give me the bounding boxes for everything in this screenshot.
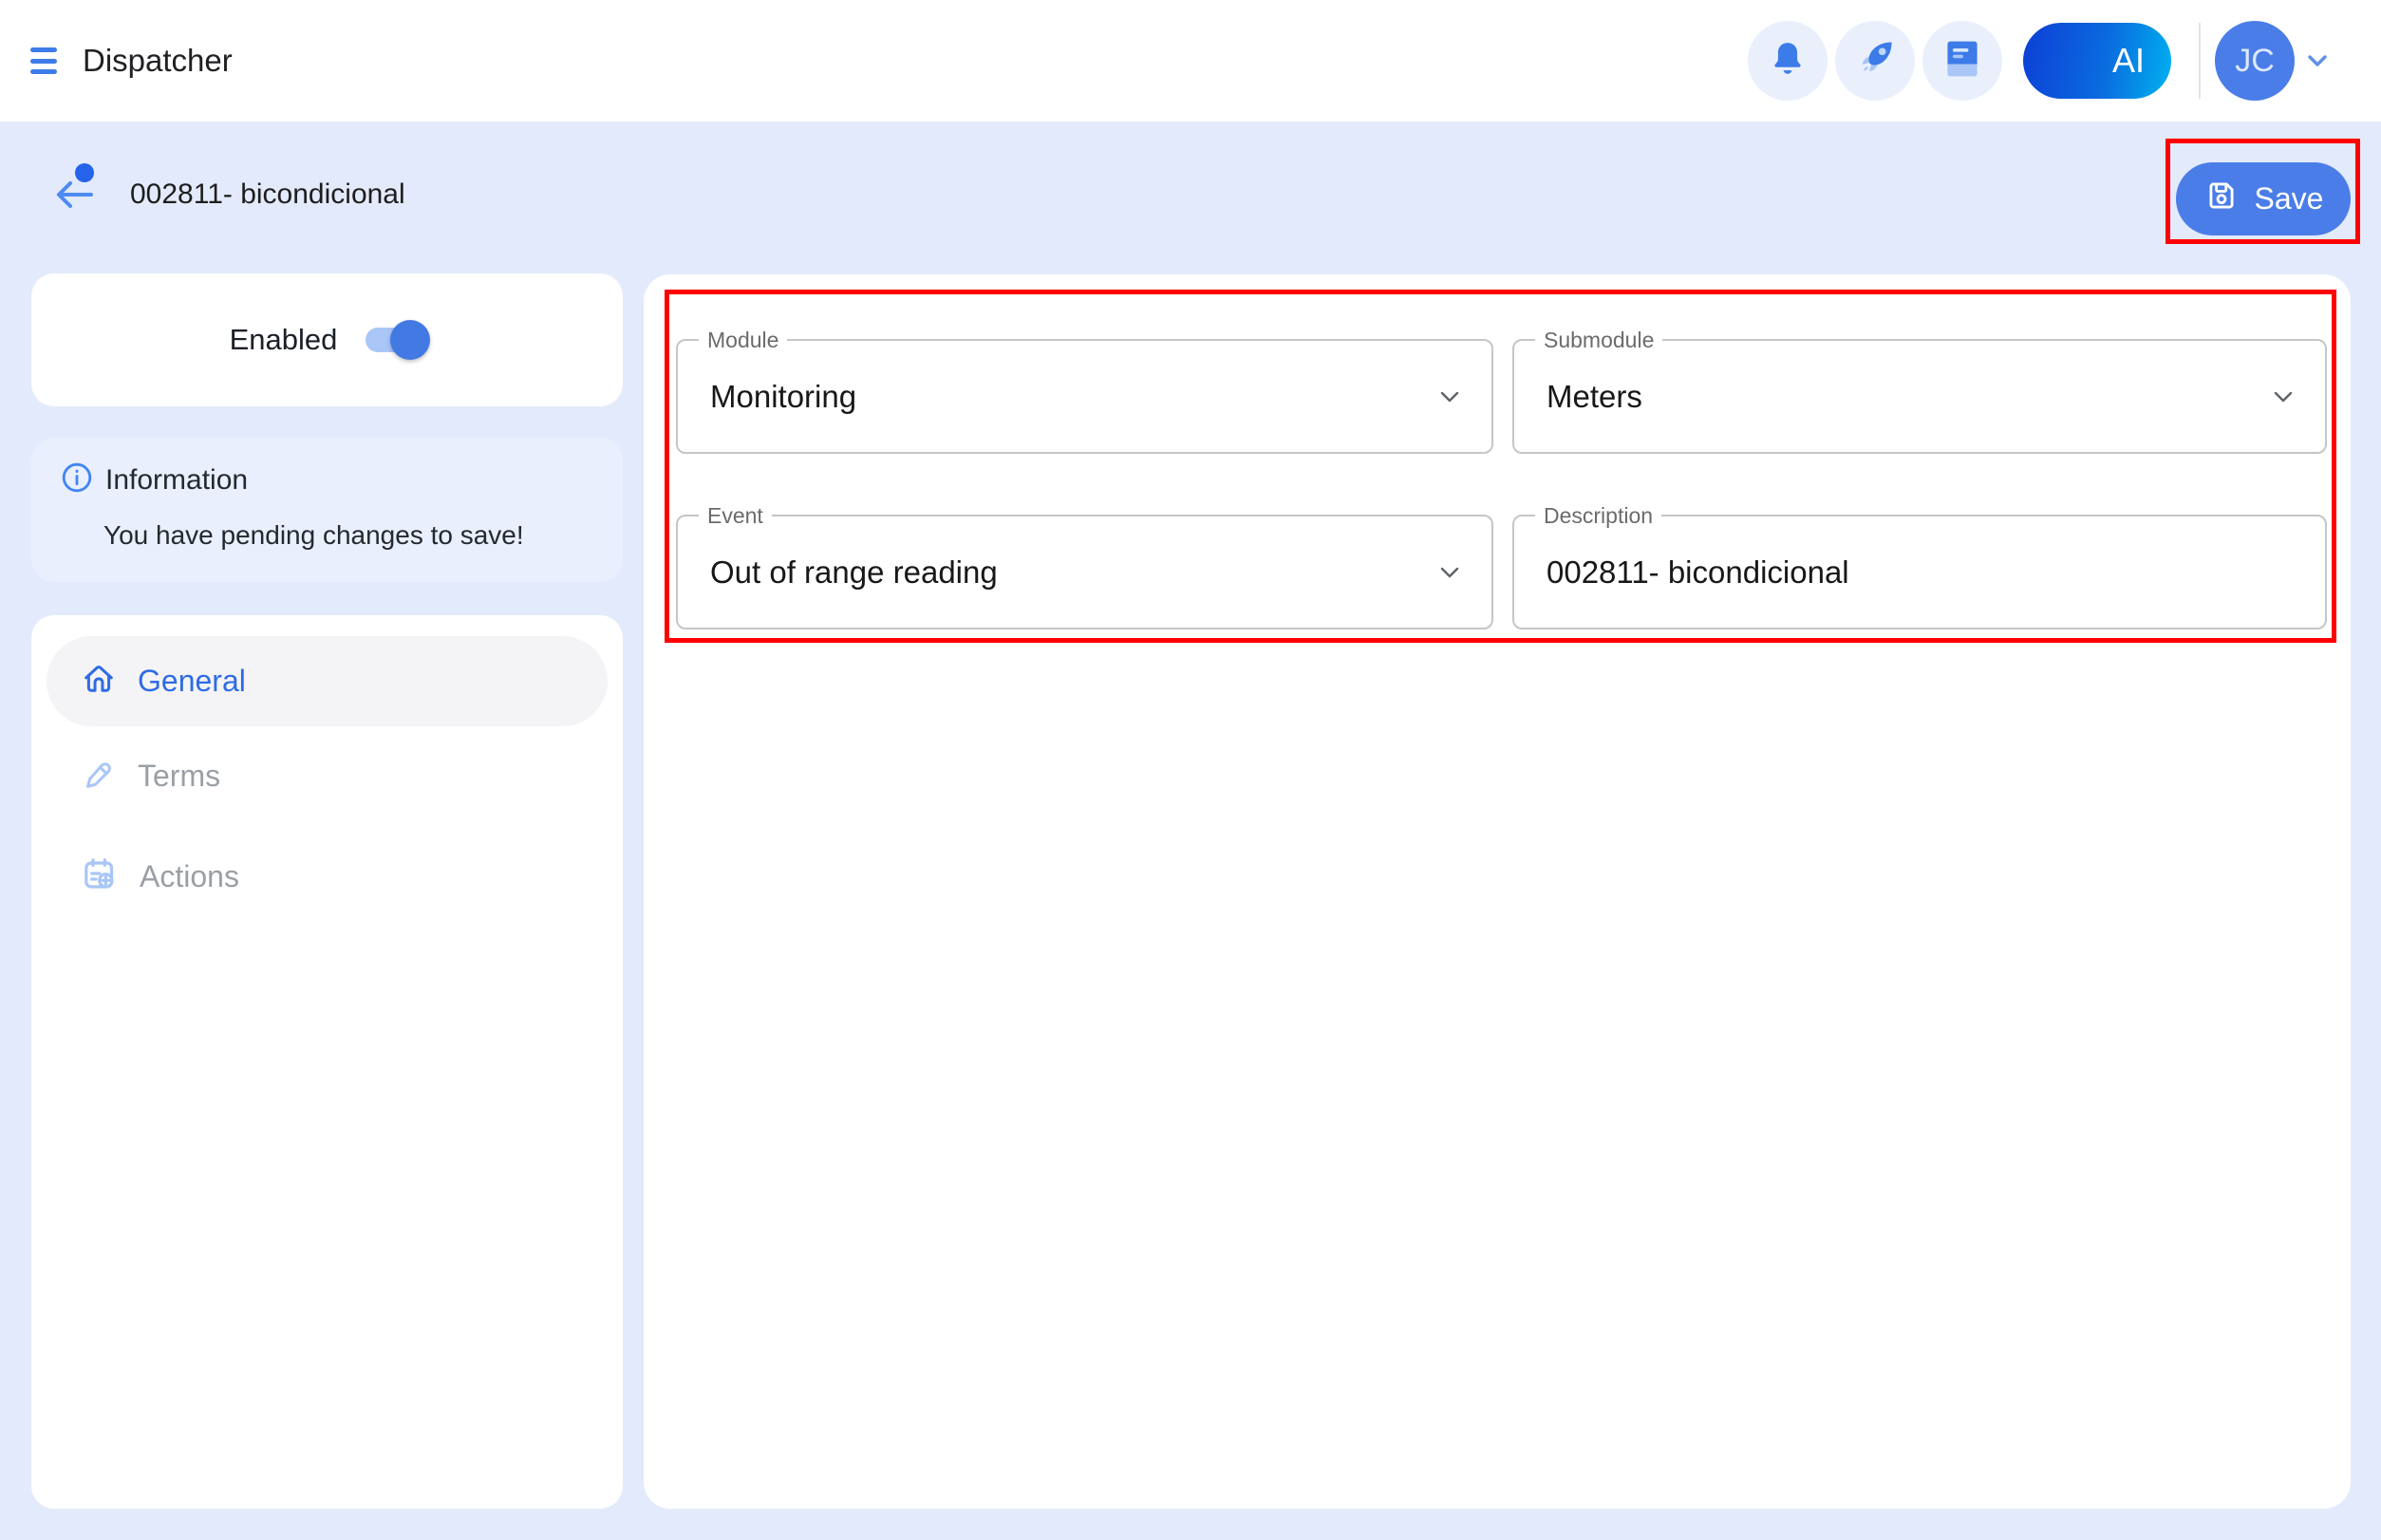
save-icon [2203, 178, 2240, 221]
ai-button-label: AI [2112, 41, 2145, 81]
save-button-label: Save [2255, 181, 2324, 216]
top-bar: Dispatcher [0, 0, 2381, 122]
main-content-card [644, 274, 2351, 1509]
enabled-card: Enabled [31, 273, 623, 406]
description-input[interactable]: Description 002811- bicondicional [1512, 515, 2327, 629]
sidebar-item-general[interactable]: General [47, 636, 608, 726]
sidebar-item-label: General [138, 664, 246, 699]
submodule-select[interactable]: Submodule Meters [1512, 339, 2327, 454]
calendar-plus-icon [81, 855, 119, 898]
select-chevron-icon [2270, 388, 2297, 410]
information-card: Information You have pending changes to … [31, 438, 623, 582]
save-button[interactable]: Save [2176, 162, 2351, 235]
sidebar-nav: General Terms Actions [31, 615, 623, 1509]
module-value: Monitoring [710, 341, 856, 452]
event-select[interactable]: Event Out of range reading [676, 515, 1493, 629]
submodule-value: Meters [1547, 341, 1642, 452]
back-arrow-icon[interactable] [51, 177, 95, 217]
avatar-initials: JC [2235, 43, 2275, 80]
app-title: Dispatcher [83, 0, 233, 122]
pencil-icon [81, 756, 117, 797]
event-value: Out of range reading [710, 516, 998, 628]
bell-icon [1767, 38, 1809, 85]
menu-icon[interactable] [30, 47, 57, 74]
topbar-divider [2199, 23, 2201, 99]
page-title: 002811- bicondicional [130, 178, 405, 211]
sidebar-item-label: Actions [140, 859, 239, 894]
rocket-icon [1853, 37, 1897, 85]
sidebar-item-terms[interactable]: Terms [47, 729, 608, 822]
rocket-button[interactable] [1835, 21, 1915, 101]
module-select[interactable]: Module Monitoring [676, 339, 1493, 454]
enabled-toggle[interactable] [366, 328, 424, 352]
select-chevron-icon [1436, 564, 1463, 586]
avatar[interactable]: JC [2215, 21, 2295, 101]
info-title: Information [105, 464, 248, 497]
sidebar-item-label: Terms [138, 759, 220, 794]
sidebar-item-actions[interactable]: Actions [47, 825, 608, 928]
notification-dot [75, 163, 94, 182]
app-root: Dispatcher [0, 0, 2381, 1540]
info-icon [60, 460, 94, 499]
enabled-label: Enabled [230, 323, 338, 357]
notifications-button[interactable] [1748, 21, 1828, 101]
document-button[interactable] [1922, 21, 2002, 101]
toggle-thumb [390, 320, 430, 360]
select-chevron-icon [1436, 388, 1463, 410]
info-message: You have pending changes to save! [103, 520, 594, 551]
document-icon [1943, 38, 1981, 85]
chevron-down-icon[interactable] [2303, 51, 2332, 75]
home-icon [81, 661, 117, 702]
description-value: 002811- bicondicional [1547, 516, 1849, 628]
ai-button[interactable]: AI [2023, 23, 2171, 99]
